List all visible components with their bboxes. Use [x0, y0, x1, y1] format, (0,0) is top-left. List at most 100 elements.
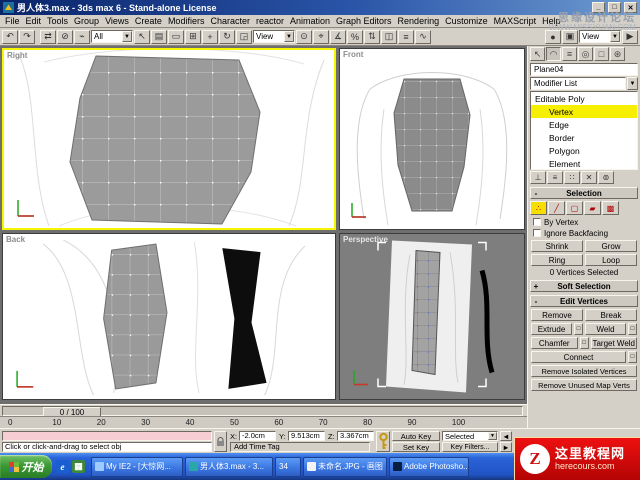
key-selection-dropdown[interactable]: Selected ▼	[442, 431, 498, 441]
configure-modifier-sets-button[interactable]: ⊚	[598, 171, 614, 184]
menu-maxscript[interactable]: MAXScript	[491, 16, 540, 26]
snap-toggle-icon[interactable]: ∡	[330, 30, 346, 44]
stack-polygon[interactable]: Polygon	[531, 144, 637, 157]
edit-vertices-rollout-header[interactable]: - Edit Vertices	[530, 295, 638, 307]
taskbar-item-3dsmax[interactable]: 男人体3.max - 3...	[185, 457, 273, 477]
dropdown-arrow-icon[interactable]: ▼	[627, 77, 638, 90]
extrude-settings-button[interactable]: □	[574, 323, 583, 335]
weld-button[interactable]: Weld	[585, 323, 626, 335]
key-filters-button[interactable]: Key Filters...	[442, 442, 498, 452]
tab-hierarchy[interactable]: ≡	[562, 47, 577, 61]
element-mode-button[interactable]: ▩	[602, 201, 619, 215]
percent-snap-icon[interactable]: %	[347, 30, 363, 44]
menu-tools[interactable]: Tools	[44, 16, 71, 26]
target-weld-button[interactable]: Target Weld	[591, 337, 638, 349]
shrink-button[interactable]: Shrink	[531, 240, 583, 252]
taskbar-item-photoshop[interactable]: Adobe Photosho...	[389, 457, 469, 477]
menu-help[interactable]: Help	[539, 16, 564, 26]
mirror-icon[interactable]: ◫	[381, 30, 397, 44]
start-button[interactable]: 开始	[0, 455, 52, 478]
spinner-snap-icon[interactable]: ⇅	[364, 30, 380, 44]
selection-rollout-header[interactable]: - Selection	[530, 187, 638, 199]
undo-icon[interactable]: ↶	[2, 30, 18, 44]
remove-isolated-vertices-button[interactable]: Remove Isolated Vertices	[531, 365, 637, 377]
remove-unused-map-verts-button[interactable]: Remove Unused Map Verts	[531, 379, 637, 391]
use-center-icon[interactable]: ⊙	[296, 30, 312, 44]
object-name-field[interactable]: Plane04	[530, 63, 638, 76]
menu-animation[interactable]: Animation	[287, 16, 333, 26]
tab-utilities[interactable]: ⊛	[610, 47, 625, 61]
menu-file[interactable]: File	[2, 16, 23, 26]
move-icon[interactable]: +	[202, 30, 218, 44]
edge-mode-button[interactable]: ╱	[548, 201, 565, 215]
bind-spacewarp-icon[interactable]: ⌁	[74, 30, 90, 44]
viewport-perspective[interactable]: Perspective	[339, 233, 525, 400]
previous-frame-button[interactable]: ◄	[500, 431, 512, 441]
remove-button[interactable]: Remove	[531, 309, 583, 321]
add-time-tag[interactable]: Add Time Tag	[230, 442, 370, 452]
menu-views[interactable]: Views	[102, 16, 132, 26]
selection-filter-dropdown[interactable]: All ▼	[91, 30, 133, 43]
quick-render-icon[interactable]: ▶	[622, 30, 638, 44]
by-vertex-checkbox[interactable]: By Vertex	[533, 217, 635, 227]
extrude-button[interactable]: Extrude	[531, 323, 572, 335]
ring-button[interactable]: Ring	[531, 254, 583, 266]
maxscript-mini-listener[interactable]	[2, 431, 212, 441]
manipulate-icon[interactable]: ⌖	[313, 30, 329, 44]
render-scene-icon[interactable]: ▣	[562, 30, 578, 44]
region-select-icon[interactable]: ▭	[168, 30, 184, 44]
show-end-result-button[interactable]: ≡	[547, 171, 563, 184]
menu-customize[interactable]: Customize	[442, 16, 491, 26]
remove-modifier-button[interactable]: ✕	[581, 171, 597, 184]
modifier-list-dropdown[interactable]: Modifier List	[530, 77, 626, 90]
select-by-name-icon[interactable]: ▤	[151, 30, 167, 44]
set-key-button[interactable]: Set Key	[392, 442, 440, 452]
auto-key-button[interactable]: Auto Key	[392, 431, 440, 441]
weld-settings-button[interactable]: □	[628, 323, 637, 335]
curve-editor-icon[interactable]: ∿	[415, 30, 431, 44]
polygon-mode-button[interactable]: ▰	[584, 201, 601, 215]
window-crossing-icon[interactable]: ⊞	[185, 30, 201, 44]
soft-selection-rollout-header[interactable]: + Soft Selection	[530, 280, 638, 292]
connect-button[interactable]: Connect	[531, 351, 626, 363]
minimize-button[interactable]: _	[592, 2, 605, 13]
ie-quicklaunch-icon[interactable]: e	[56, 460, 69, 473]
rotate-icon[interactable]: ↻	[219, 30, 235, 44]
reference-coordinate-dropdown[interactable]: View ▼	[253, 30, 295, 43]
menu-group[interactable]: Group	[71, 16, 102, 26]
menu-modifiers[interactable]: Modifiers	[165, 16, 208, 26]
break-button[interactable]: Break	[585, 309, 637, 321]
close-button[interactable]: ✕	[624, 2, 637, 13]
unlink-icon[interactable]: ⊘	[57, 30, 73, 44]
tab-modify[interactable]: ◠	[546, 47, 561, 61]
menu-rendering[interactable]: Rendering	[395, 16, 443, 26]
select-object-icon[interactable]: ↖	[134, 30, 150, 44]
align-icon[interactable]: ≡	[398, 30, 414, 44]
scale-icon[interactable]: ◲	[236, 30, 252, 44]
taskbar-item-paint[interactable]: 未命名.JPG - 画图	[303, 457, 387, 477]
stack-vertex[interactable]: Vertex	[531, 105, 637, 118]
tab-display[interactable]: □	[594, 47, 609, 61]
taskbar-item-ie[interactable]: My IE2 - [大惊网...	[91, 457, 183, 477]
track-bar[interactable]: 0 10 20 30 40 50 60 70 80 90 100	[0, 416, 527, 428]
tab-motion[interactable]: ◎	[578, 47, 593, 61]
stack-editable-poly[interactable]: Editable Poly	[531, 92, 637, 105]
select-link-icon[interactable]: ⇄	[40, 30, 56, 44]
loop-button[interactable]: Loop	[585, 254, 637, 266]
tab-create[interactable]: ↖	[530, 47, 545, 61]
maximize-button[interactable]: □	[608, 2, 621, 13]
viewport-back[interactable]: Back	[2, 233, 336, 400]
border-mode-button[interactable]: ▢	[566, 201, 583, 215]
menu-reactor[interactable]: reactor	[253, 16, 287, 26]
vertex-mode-button[interactable]: ∴	[530, 201, 547, 215]
next-frame-button[interactable]: ►	[500, 442, 512, 452]
chamfer-button[interactable]: Chamfer	[531, 337, 578, 349]
menu-edit[interactable]: Edit	[23, 16, 45, 26]
connect-settings-button[interactable]: □	[628, 351, 637, 363]
x-coordinate-field[interactable]: -2.0cm	[239, 431, 276, 441]
chamfer-settings-button[interactable]: □	[580, 337, 589, 349]
stack-element[interactable]: Element	[531, 157, 637, 170]
viewport-front[interactable]: Front	[339, 48, 525, 230]
make-unique-button[interactable]: ∷	[564, 171, 580, 184]
menu-graph-editors[interactable]: Graph Editors	[333, 16, 395, 26]
